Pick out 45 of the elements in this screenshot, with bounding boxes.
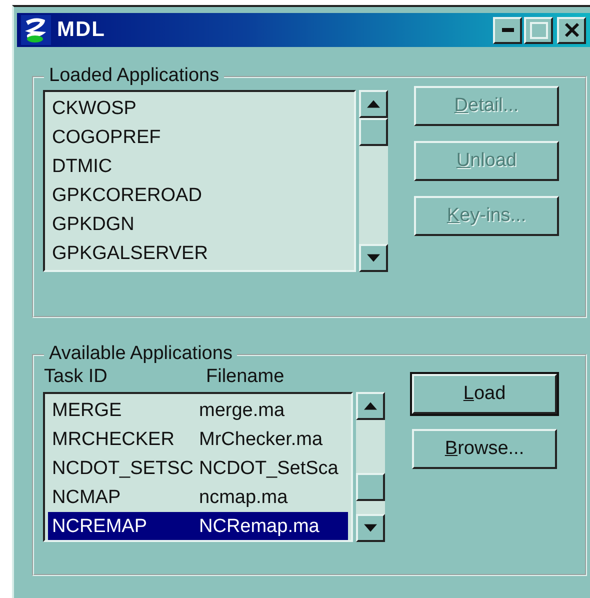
table-cell-text: NCDOT_SETSC — [52, 457, 194, 481]
maximize-icon — [530, 22, 548, 38]
dialog-button[interactable]: Browse... — [412, 429, 557, 469]
scroll-down-button[interactable] — [359, 244, 388, 272]
table-cell-text: ncmap.ma — [199, 486, 288, 510]
maximize-button[interactable] — [524, 16, 553, 44]
app-logo-icon — [21, 15, 51, 45]
list-item[interactable]: CKWOSP — [48, 94, 351, 123]
table-cell-text: MRCHECKER — [52, 428, 176, 452]
table-row[interactable]: NCMAP ncmap.ma — [48, 483, 348, 512]
table-cell-text: MrChecker.ma — [199, 428, 323, 452]
window-title: MDL — [57, 18, 106, 42]
dialog-button[interactable]: Load — [412, 374, 557, 414]
close-icon — [564, 22, 580, 38]
scroll-up-button[interactable] — [356, 392, 385, 420]
minimize-icon — [502, 28, 514, 32]
scroll-thumb[interactable] — [359, 118, 388, 146]
table-cell-text: NCRemap.ma — [199, 515, 320, 539]
group-title: Loaded Applications — [44, 65, 224, 87]
minimize-button[interactable] — [493, 16, 522, 44]
up-arrow-icon — [367, 100, 380, 108]
table-cell-text: NCMAP — [52, 486, 122, 510]
table-row[interactable]: MRCHECKER MrChecker.ma — [48, 425, 348, 454]
group-title: Available Applications — [44, 343, 238, 365]
down-arrow-icon — [364, 524, 377, 532]
table-cell-text: merge.ma — [199, 399, 285, 423]
column-header: Filename — [206, 366, 284, 388]
table-cell-text: NCREMAP — [52, 515, 148, 539]
table-row[interactable]: NCDOT_SETSC NCDOT_SetSca — [48, 454, 348, 483]
list-item[interactable]: GPKCOREROAD — [48, 181, 351, 210]
table-row[interactable]: NCREMAP NCRemap.ma — [48, 512, 348, 540]
table-cell-text: NCDOT_SetSca — [199, 457, 338, 481]
up-arrow-icon — [364, 402, 377, 410]
list-item[interactable]: COGOPREF — [48, 123, 351, 152]
scroll-down-button[interactable] — [356, 514, 385, 542]
list-item[interactable]: GPKDGN — [48, 210, 351, 239]
table-cell-text: MERGE — [52, 399, 123, 423]
close-button[interactable] — [557, 16, 586, 44]
list-item[interactable]: GPKGALSERVER — [48, 239, 351, 268]
table-row[interactable]: MERGE merge.ma — [48, 396, 348, 425]
scroll-up-button[interactable] — [359, 90, 388, 118]
down-arrow-icon — [367, 254, 380, 262]
column-header: Task ID — [44, 366, 108, 388]
list-item[interactable]: DTMIC — [48, 152, 351, 181]
scroll-thumb[interactable] — [356, 473, 385, 501]
